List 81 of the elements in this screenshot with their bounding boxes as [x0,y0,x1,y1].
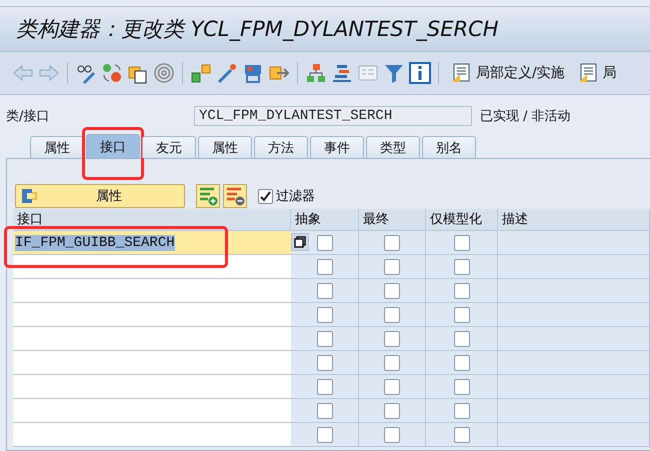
forward-icon[interactable] [38,62,60,84]
checkbox[interactable] [316,258,332,274]
interface-cell[interactable] [13,303,291,327]
checkbox[interactable] [454,306,470,322]
checkbox[interactable] [316,330,332,346]
add-row-button[interactable] [196,184,220,208]
interface-cell[interactable] [13,327,291,351]
checkbox[interactable] [454,426,470,442]
filter-label: 过滤器 [276,188,315,205]
description-cell[interactable] [498,327,650,351]
description-cell[interactable] [498,279,650,303]
checkbox[interactable] [384,378,400,394]
checkbox[interactable] [316,402,332,418]
attributes-button[interactable]: 属性 [15,184,185,208]
document-icon [576,62,599,84]
checkbox[interactable] [454,354,470,370]
class-name-field[interactable]: YCL_FPM_DYLANTEST_SERCH [194,106,472,126]
description-cell[interactable] [498,351,650,375]
tab[interactable]: 事件 [310,136,364,158]
checkbox[interactable] [384,234,400,250]
status-text: 已实现 / 非活动 [480,108,571,125]
document-icon [450,62,472,84]
checkbox[interactable] [316,426,332,442]
interface-cell[interactable] [13,279,291,303]
checkbox[interactable] [384,330,400,346]
details-button[interactable] [291,233,309,251]
wand-icon[interactable] [216,62,238,84]
column-header: 描述 [498,209,650,231]
checkbox[interactable] [384,282,400,298]
description-cell[interactable] [498,303,650,327]
interface-cell[interactable] [13,255,291,279]
tab[interactable]: 接口 [86,134,140,158]
description-cell[interactable] [498,375,650,399]
interface-cell[interactable]: IF_FPM_GUIBB_SEARCH [13,231,291,255]
circles-icon[interactable] [101,62,123,84]
window-title: 类构建器：更改类 YCL_FPM_DYLANTEST_SERCH [16,16,499,43]
interface-cell[interactable] [13,399,291,423]
description-cell[interactable] [498,231,650,255]
description-cell[interactable] [498,423,650,447]
filter-checkbox[interactable] [258,188,273,204]
checkbox[interactable] [384,258,400,274]
checkbox[interactable] [316,306,332,322]
interface-cell[interactable] [13,423,291,447]
checkbox[interactable] [454,402,470,418]
delete-row-button[interactable] [223,184,247,208]
tab[interactable]: 方法 [254,136,308,158]
description-cell[interactable] [498,399,650,423]
info-icon[interactable] [409,62,431,84]
checkbox[interactable] [316,282,332,298]
toolbar-button[interactable]: 局部定义/实施 [446,62,569,84]
tab[interactable]: 属性 [198,136,252,158]
blocks-icon[interactable] [190,62,212,84]
checkbox[interactable] [454,378,470,394]
hierarchy-icon[interactable] [305,62,327,84]
checkbox[interactable] [454,258,470,274]
tab[interactable]: 友元 [142,136,196,158]
checkbox[interactable] [316,378,332,394]
stack-icon[interactable] [331,62,353,84]
checkbox[interactable] [316,354,332,370]
column-header: 抽象 [291,209,359,231]
checkbox[interactable] [316,234,332,250]
interface-cell[interactable] [13,351,291,375]
checkbox[interactable] [384,402,400,418]
checkbox[interactable] [384,426,400,442]
field-label: 类/接口 [6,108,50,125]
column-header: 仅模型化 [426,209,498,231]
checkbox[interactable] [454,282,470,298]
plug-icon [20,187,38,205]
checkbox[interactable] [454,234,470,250]
tab[interactable]: 别名 [422,136,476,158]
checkbox[interactable] [454,330,470,346]
checkbox[interactable] [384,306,400,322]
filter-icon[interactable] [383,62,405,84]
column-header: 最终 [359,209,426,231]
description-cell[interactable] [498,255,650,279]
interface-cell[interactable] [13,375,291,399]
back-icon[interactable] [12,62,34,84]
toolbar-button[interactable]: 局 [572,62,621,84]
tab[interactable]: 属性 [30,136,84,158]
checkbox[interactable] [384,354,400,370]
tab[interactable]: 类型 [366,136,420,158]
